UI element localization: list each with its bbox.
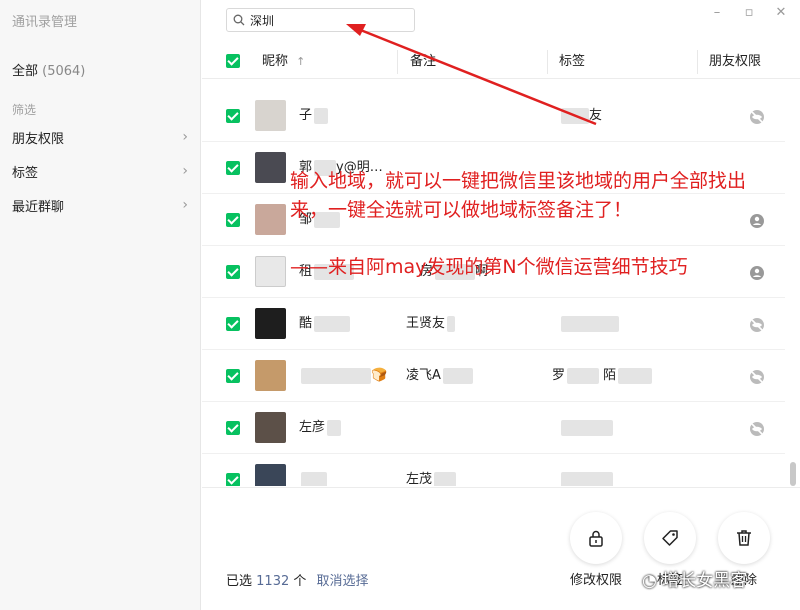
annotation-line-1: 输入地域，就可以一键把微信里该地域的用户全部找出 xyxy=(290,170,747,192)
contacts-manager-window: 通讯录管理 全部 (5064) 筛选 朋友权限 › 标签 › 最近群聊 › – … xyxy=(0,0,800,610)
watermark: ◔ 增长女黑客 xyxy=(642,571,748,591)
wechat-icon: ◔ xyxy=(642,571,657,591)
annotation-line-2: 来，一键全选就可以做地域标签备注了！ xyxy=(290,199,633,221)
annotation-line-3: ——来自阿may发现的第N个微信运营细节技巧 xyxy=(290,256,688,278)
annotation-arrow xyxy=(346,24,597,126)
